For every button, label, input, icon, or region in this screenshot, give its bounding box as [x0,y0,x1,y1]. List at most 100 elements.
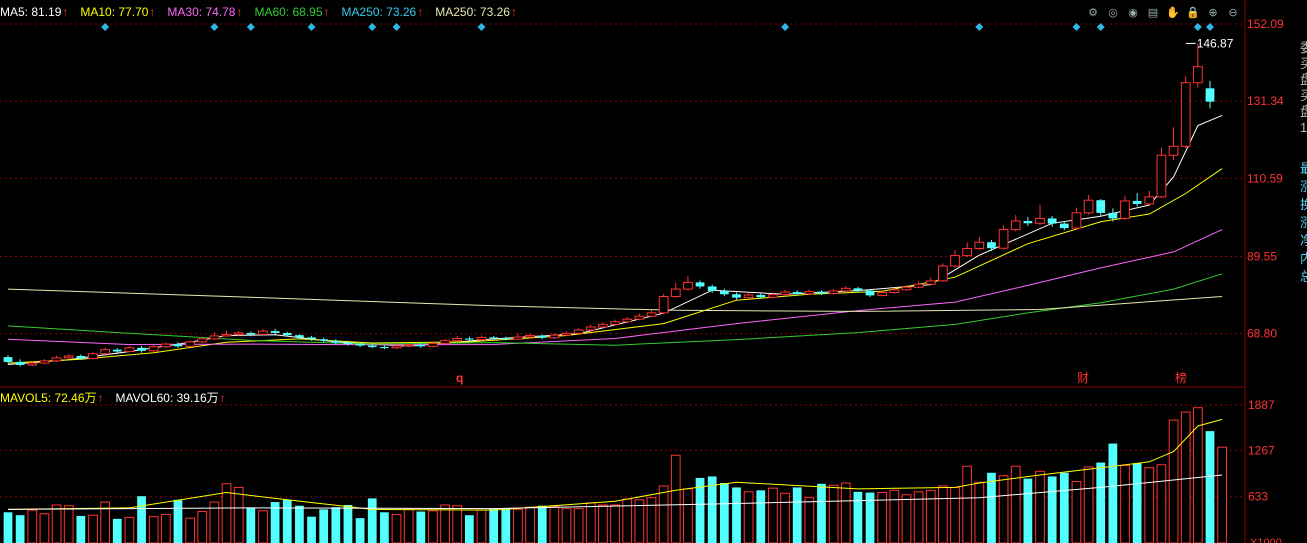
price-tick-label: 110.59 [1247,171,1283,185]
volume-bar-up [440,504,450,543]
side-label-blue: 净 [1300,233,1307,248]
volume-bar-up [1180,411,1191,543]
volume-tick-label: 633 [1248,490,1268,504]
candle-body-down [537,335,547,338]
candle-body-down [1132,200,1142,204]
candle-body-up [1156,154,1167,198]
candle-body-down [319,339,329,341]
candle-body-up [100,349,111,355]
volume-bar-down [756,490,766,543]
volume-legend: MAVOL5: 72.46万↑ MAVOL60: 39.16万↑ [0,389,238,406]
volume-bar-up [938,485,948,543]
volume-bar-down [465,515,474,543]
diamond-marker-icon [101,23,110,31]
candle-body-down [865,290,875,296]
candle-body-up [513,336,523,340]
lock-icon[interactable]: 🔒 [1186,5,1200,19]
volume-bar-up [148,516,159,543]
ma-legend-item-5: MA250: 73.26↑ [435,5,517,19]
zoom-out-icon[interactable]: ⊖ [1226,5,1240,19]
volume-bar-down [987,472,996,543]
vol-legend-item-0: MAVOL5: 72.46万↑ [0,391,104,405]
volume-bar-down [319,509,329,543]
volume-bar-up [160,513,171,543]
volume-bar-down [719,483,729,543]
candle-body-up [258,330,268,335]
ma-legend-item-3: MA60: 68.95↑ [254,5,330,19]
volume-bar-down [537,505,547,543]
candle-body-up [209,335,220,340]
candle-body-down [15,361,25,365]
candle-body-down [246,332,256,335]
volume-bar-up [258,510,268,543]
side-label-blue: 最 [1300,161,1307,176]
candle-body-up [840,287,851,292]
up-arrow-icon: ↑ [323,5,330,19]
volume-bar-up [974,481,985,543]
side-label-blue: 总 [1300,269,1307,284]
candle-body-down [489,337,499,339]
candle-body-up [88,353,98,360]
candle-body-up [622,318,633,323]
marker-cai: 财 [1077,371,1089,385]
volume-bar-down [489,508,499,543]
volume-bar-up [39,513,50,543]
diamond-marker-icon [1096,23,1105,31]
candle-body-up [962,248,973,257]
candle-body-up [1144,196,1155,205]
diamond-marker-icon [477,23,486,31]
volume-bar-up [610,504,620,543]
diamond-marker-icon [392,23,401,31]
zoom-in-icon[interactable]: ⊕ [1206,5,1220,19]
volume-bar-up [403,508,414,543]
candle-body-up [1120,200,1130,219]
candle-body-down [853,288,863,291]
candle-body-up [683,281,693,290]
candle-body-up [63,355,74,359]
candle-body-up [780,291,790,296]
candle-body-up [998,229,1009,249]
candle-body-down [732,294,741,298]
volume-bar-up [1035,470,1045,543]
eye-open-icon[interactable]: ◉ [1126,5,1140,19]
candle-body-down [817,291,826,294]
volume-bar-down [295,505,304,543]
volume-bar-up [1120,464,1130,543]
volume-bar-up [197,511,208,543]
candle-body-down [173,344,183,347]
volume-bar-up [634,499,645,543]
ma-legend-item-4: MA250: 73.26↑ [341,5,424,19]
volume-bar-up [51,504,62,543]
candle-body-up [27,362,38,366]
volume-bar-down [1132,463,1142,543]
candle-body-up [804,291,815,295]
candle-body-down [1205,88,1215,102]
volume-bar-down [817,483,826,543]
volume-bar-down [282,499,292,543]
candle-body-up [1071,212,1082,229]
side-label: 委 [1300,40,1307,55]
volume-bar-up [646,497,657,543]
side-label-blue: 涨 [1300,215,1307,230]
side-label: 盘 [1300,72,1307,87]
diamond-marker-icon [781,23,790,31]
volume-bar-down [367,498,377,543]
candle-body-up [1180,82,1191,147]
volume-bar-up [743,491,754,543]
candle-body-down [1047,218,1057,224]
stock-chart[interactable]: 152.09 131.34 110.59 89.55 68.80 1887 1267 633 X… [0,0,1307,543]
calendar-icon[interactable]: ▤ [1146,5,1160,19]
side-label-blue: 涨 [1300,179,1307,194]
volume-bar-up [889,489,900,543]
candle-body-down [380,347,389,349]
settings-icon[interactable]: ⚙ [1086,5,1100,19]
candle-body-up [221,333,232,337]
eye-icon[interactable]: ◎ [1106,5,1120,19]
candle-body-up [185,341,195,347]
volume-bar-up [63,505,74,543]
volume-bar-up [768,487,778,543]
volume-bar-down [112,518,122,543]
volume-bar-up [683,488,693,543]
volume-bar-up [1217,446,1228,543]
hand-icon[interactable]: ✋ [1166,5,1180,19]
